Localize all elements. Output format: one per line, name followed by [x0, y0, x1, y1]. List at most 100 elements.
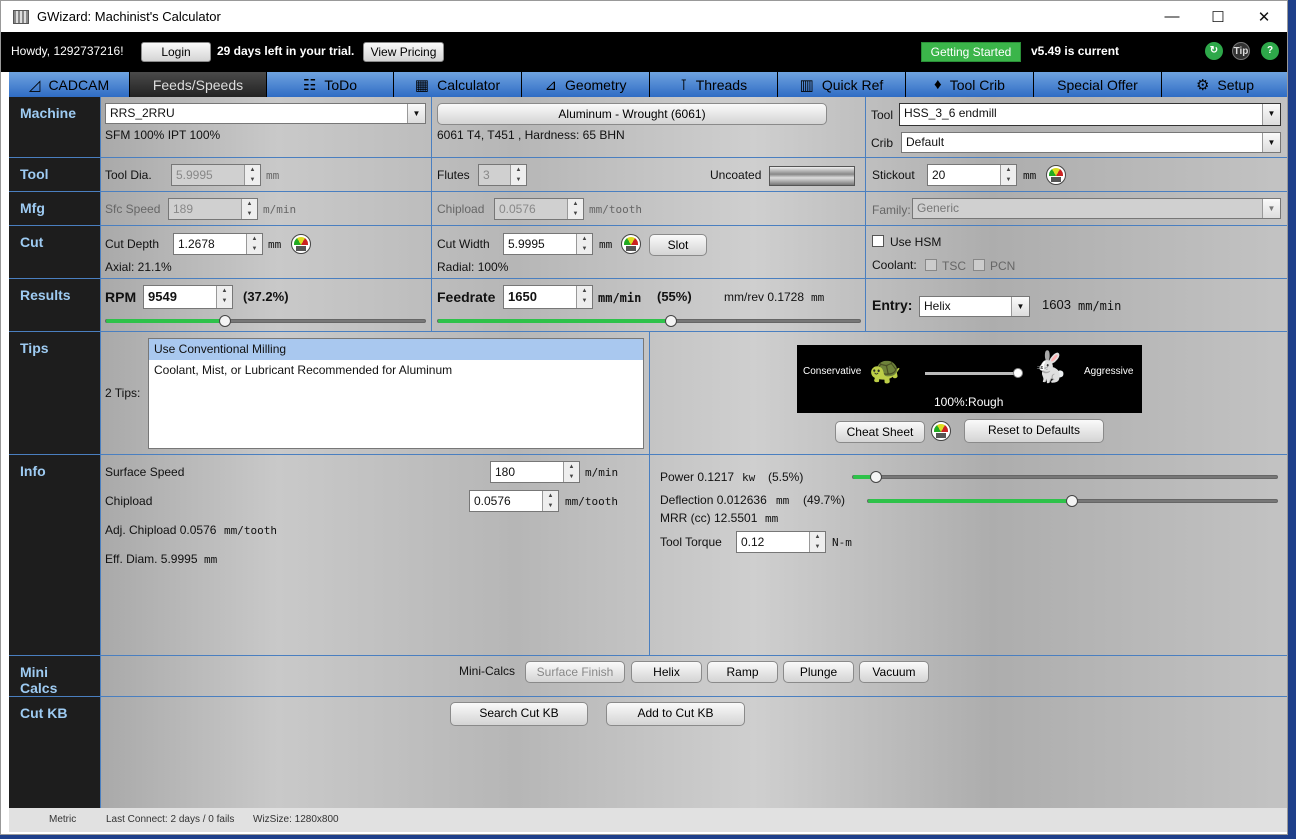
power-unit: kw	[742, 471, 756, 484]
divider	[9, 655, 1287, 656]
tool-dia-label: Tool Dia.	[105, 168, 152, 182]
section-mini-calcs: Mini Calcs	[9, 656, 100, 696]
helix-button[interactable]: Helix	[631, 661, 702, 683]
help-icon[interactable]: ?	[1261, 42, 1279, 60]
crib-select[interactable]: Default ▼	[901, 132, 1281, 153]
section-mfg: Mfg	[9, 192, 100, 225]
entry-select[interactable]: Helix ▼	[919, 296, 1030, 317]
rpm-slider[interactable]	[105, 315, 426, 327]
tab-label: Feeds/Speeds	[152, 76, 244, 93]
slider-knob[interactable]	[870, 471, 882, 483]
spinner-arrows-icon[interactable]: ▲ ▼	[576, 234, 592, 254]
tab-special-offer[interactable]: Special Offer	[1034, 72, 1162, 97]
close-button[interactable]: ✕	[1241, 1, 1287, 32]
slider-knob[interactable]	[1066, 495, 1078, 507]
surface-speed-input[interactable]: 180 ▲ ▼	[490, 461, 580, 483]
feedrate-input[interactable]: 1650 ▲ ▼	[503, 285, 593, 309]
sfc-speed-input[interactable]: 189 ▲ ▼	[168, 198, 258, 220]
tab-feeds-speeds[interactable]: Feeds/Speeds	[130, 72, 267, 97]
chipload-input[interactable]: 0.0576 ▲ ▼	[494, 198, 584, 220]
slider-knob[interactable]	[665, 315, 677, 327]
vacuum-button[interactable]: Vacuum	[859, 661, 929, 683]
spinner-arrows-icon[interactable]: ▲ ▼	[510, 165, 526, 185]
cut-depth-input[interactable]: 1.2678 ▲ ▼	[173, 233, 263, 255]
radial-label: Radial: 100%	[437, 260, 509, 274]
gauge-icon[interactable]	[291, 234, 311, 254]
reset-defaults-button[interactable]: Reset to Defaults	[964, 419, 1104, 443]
slider-knob[interactable]	[1013, 368, 1023, 378]
pcn-checkbox[interactable]	[973, 259, 985, 271]
mm-per-rev: mm/rev 0.1728	[724, 290, 805, 304]
slider-knob[interactable]	[219, 315, 231, 327]
tool-select[interactable]: HSS_3_6 endmill ▼	[899, 103, 1281, 126]
stickout-input[interactable]: 20 ▲ ▼	[927, 164, 1017, 186]
spinner-arrows-icon[interactable]: ▲ ▼	[809, 532, 825, 552]
rpm-input[interactable]: 9549 ▲ ▼	[143, 285, 233, 309]
cut-width-input[interactable]: 5.9995 ▲ ▼	[503, 233, 593, 255]
login-button[interactable]: Login	[141, 42, 211, 62]
spinner-arrows-icon[interactable]: ▲ ▼	[241, 199, 257, 219]
use-hsm-checkbox[interactable]	[872, 235, 884, 247]
power-slider[interactable]	[852, 471, 1278, 483]
divider	[9, 225, 1287, 226]
tab-geometry[interactable]: ⊿ Geometry	[522, 72, 650, 97]
tip-icon[interactable]: Tip	[1232, 42, 1250, 60]
feedrate-slider[interactable]	[437, 315, 861, 327]
getting-started-button[interactable]: Getting Started	[921, 42, 1021, 62]
tab-tool-crib[interactable]: ♦ Tool Crib	[906, 72, 1034, 97]
gauge-icon[interactable]	[931, 421, 951, 441]
spinner-arrows-icon[interactable]: ▲ ▼	[216, 286, 232, 308]
window-title: GWizard: Machinist's Calculator	[37, 9, 221, 24]
material-button[interactable]: Aluminum - Wrought (6061)	[437, 103, 827, 125]
maximize-button[interactable]: ☐	[1195, 1, 1241, 32]
flutes-input[interactable]: 3 ▲ ▼	[478, 164, 527, 186]
tab-calculator[interactable]: ▦ Calculator	[394, 72, 522, 97]
cheat-sheet-button[interactable]: Cheat Sheet	[835, 421, 925, 443]
surface-finish-button[interactable]: Surface Finish	[525, 661, 625, 683]
machine-select[interactable]: RRS_2RRU ▼	[105, 103, 426, 124]
spinner-arrows-icon[interactable]: ▲ ▼	[563, 462, 579, 482]
slot-button[interactable]: Slot	[649, 234, 707, 256]
list-item[interactable]: Use Conventional Milling	[149, 339, 643, 360]
deflection-slider[interactable]	[867, 495, 1278, 507]
tab-quick-ref[interactable]: ▥ Quick Ref	[778, 72, 906, 97]
minimize-button[interactable]: —	[1149, 1, 1195, 32]
material-description: 6061 T4, T451 , Hardness: 65 BHN	[437, 128, 625, 142]
section-machine: Machine	[9, 97, 100, 157]
spinner-arrows-icon[interactable]: ▲ ▼	[244, 165, 260, 185]
tab-setup[interactable]: ⚙ Setup	[1162, 72, 1287, 97]
gauge-icon[interactable]	[621, 234, 641, 254]
gauge-icon[interactable]	[1046, 165, 1066, 185]
tab-todo[interactable]: ☷ ToDo	[267, 72, 394, 97]
tsc-checkbox[interactable]	[925, 259, 937, 271]
section-info: Info	[9, 455, 100, 655]
tool-dia-input[interactable]: 5.9995 ▲ ▼	[171, 164, 261, 186]
plunge-button[interactable]: Plunge	[783, 661, 854, 683]
chipload-unit: mm/tooth	[589, 203, 642, 216]
ramp-button[interactable]: Ramp	[707, 661, 778, 683]
spinner-arrows-icon[interactable]: ▲ ▼	[542, 491, 558, 511]
conservative-label: Conservative	[803, 366, 862, 377]
tab-cadcam[interactable]: ◿ CADCAM	[9, 72, 130, 97]
list-item[interactable]: Coolant, Mist, or Lubricant Recommended …	[149, 360, 643, 381]
cut-width-unit: mm	[599, 238, 613, 251]
spinner-arrows-icon[interactable]: ▲ ▼	[567, 199, 583, 219]
aggressiveness-track[interactable]	[925, 372, 1020, 375]
view-pricing-button[interactable]: View Pricing	[363, 42, 444, 62]
spinner-arrows-icon[interactable]: ▲ ▼	[1000, 165, 1016, 185]
tips-count: 2 Tips:	[105, 386, 141, 400]
use-hsm-label: Use HSM	[890, 235, 942, 249]
spinner-arrows-icon[interactable]: ▲ ▼	[246, 234, 262, 254]
search-cut-kb-button[interactable]: Search Cut KB	[450, 702, 588, 726]
tsc-label: TSC	[942, 259, 966, 273]
section-results: Results	[9, 279, 100, 331]
family-select-value: Generic	[917, 201, 960, 215]
tab-threads[interactable]: ⊺ Threads	[650, 72, 778, 97]
title-bar: GWizard: Machinist's Calculator — ☐ ✕	[1, 1, 1287, 32]
family-select[interactable]: Generic ▼	[912, 198, 1281, 219]
add-to-cut-kb-button[interactable]: Add to Cut KB	[606, 702, 745, 726]
refresh-icon[interactable]: ↻	[1205, 42, 1223, 60]
info-chipload-input[interactable]: 0.0576 ▲ ▼	[469, 490, 559, 512]
spinner-arrows-icon[interactable]: ▲ ▼	[576, 286, 592, 308]
torque-input[interactable]: 0.12 ▲ ▼	[736, 531, 826, 553]
